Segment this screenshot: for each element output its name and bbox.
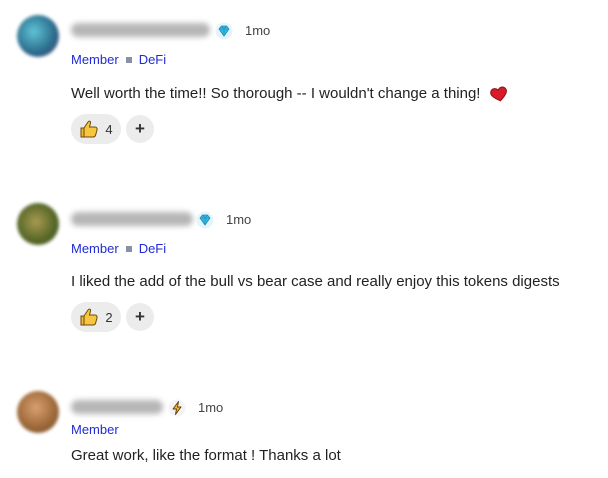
thumbs-up-icon <box>80 120 98 138</box>
author-name[interactable] <box>71 212 193 226</box>
member-group-line: Member DeFi <box>71 241 166 256</box>
comment-text: I liked the add of the bull vs bear case… <box>71 273 560 290</box>
avatar[interactable] <box>17 391 59 433</box>
timestamp: 1mo <box>226 212 252 227</box>
separator-dot <box>125 245 132 252</box>
author-name[interactable] <box>71 400 163 414</box>
separator-dot <box>125 56 132 63</box>
add-reaction-label: + <box>135 119 145 138</box>
reaction-pill[interactable]: 4 <box>71 114 121 144</box>
timestamp: 1mo <box>245 23 271 38</box>
role-link[interactable]: Member <box>71 52 119 67</box>
reaction-pill[interactable]: 2 <box>71 302 121 332</box>
add-reaction-label: + <box>135 307 145 326</box>
comment-body: Well worth the time!! So thorough -- I w… <box>71 85 481 102</box>
member-group-line: Member DeFi <box>71 52 166 67</box>
diamond-icon <box>215 22 233 40</box>
avatar[interactable] <box>17 203 59 245</box>
role-link[interactable]: Member <box>71 241 119 256</box>
thumbs-up-icon <box>80 308 98 326</box>
group-link[interactable]: DeFi <box>139 52 166 67</box>
diamond-icon <box>196 211 214 229</box>
group-link[interactable]: DeFi <box>139 241 166 256</box>
avatar[interactable] <box>17 15 59 57</box>
heart-icon <box>489 86 507 102</box>
reaction-count: 2 <box>105 309 113 325</box>
add-reaction-button[interactable]: + <box>126 115 154 143</box>
comment-text: Great work, like the format ! Thanks a l… <box>71 447 341 464</box>
role-link[interactable]: Member <box>71 422 119 437</box>
reaction-count: 4 <box>105 121 113 137</box>
comment-text: Well worth the time!! So thorough -- I w… <box>71 85 509 103</box>
timestamp: 1mo <box>198 400 224 415</box>
member-line: Member <box>71 422 119 437</box>
author-name[interactable] <box>71 23 210 37</box>
add-reaction-button[interactable]: + <box>126 303 154 331</box>
lightning-icon <box>168 399 186 417</box>
